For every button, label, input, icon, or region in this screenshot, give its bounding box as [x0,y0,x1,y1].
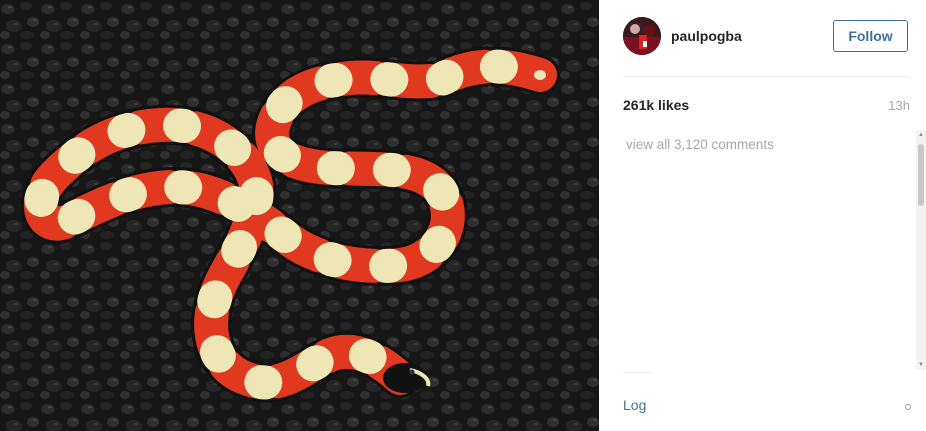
avatar[interactable] [623,17,661,55]
snake-photo-image [0,0,599,431]
post-photo[interactable] [0,0,599,431]
divider [623,372,653,373]
arrow-down-icon[interactable]: ▼ [916,360,926,370]
post-details-panel: paulpogba Follow 261k likes 13h view all… [599,0,926,431]
login-link[interactable]: Log [623,397,646,413]
scroll-thumb[interactable] [918,144,924,206]
likes-count[interactable]: 261k likes [623,97,689,113]
post-timestamp[interactable]: 13h [888,98,910,113]
profile-avatar-image [623,17,661,55]
username[interactable]: paulpogba [671,28,742,44]
follow-button[interactable]: Follow [833,20,908,52]
view-comments-link[interactable]: view all 3,120 comments [626,137,774,152]
divider [623,76,910,77]
arrow-up-icon[interactable]: ▲ [916,130,926,140]
more-options-icon[interactable] [905,404,911,410]
comments-scrollbar[interactable]: ▲ ▼ [916,130,926,370]
